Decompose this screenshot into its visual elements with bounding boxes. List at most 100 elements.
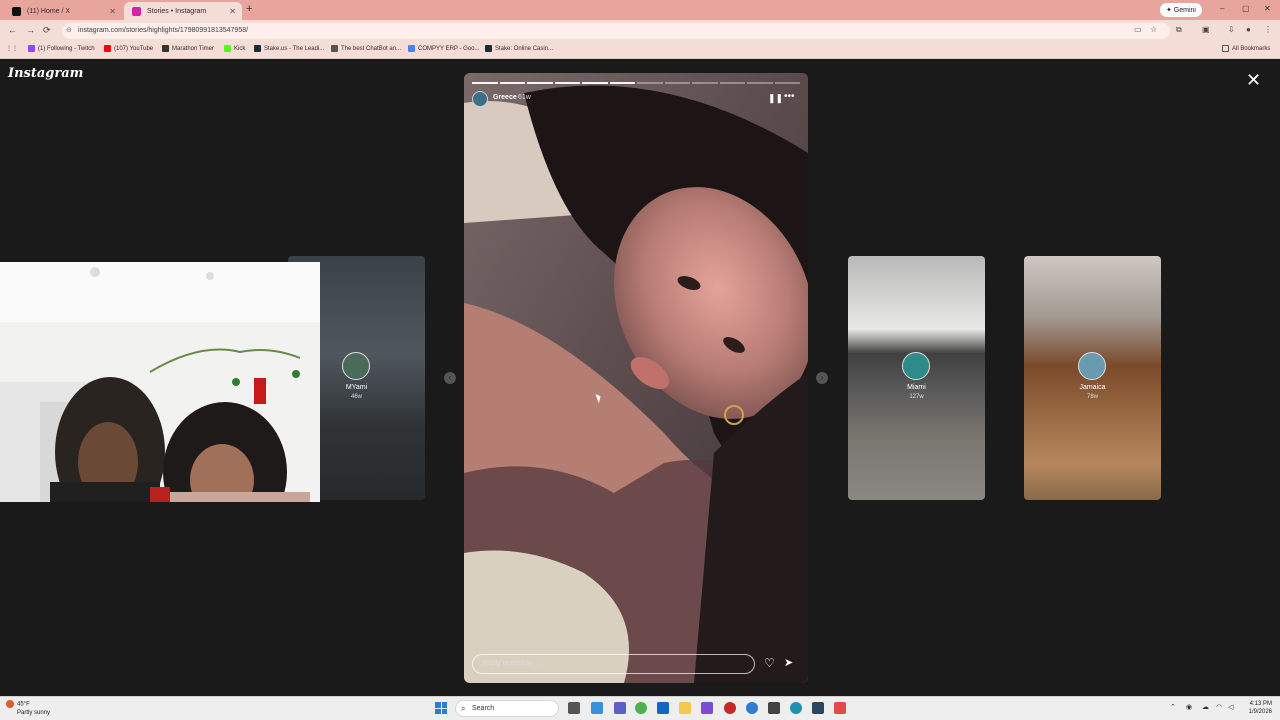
tray-app-icon[interactable]: ◉: [1186, 703, 1192, 711]
cast-icon[interactable]: ▭: [1134, 25, 1142, 34]
progress-segment: [472, 82, 498, 84]
progress-segment: [774, 82, 800, 84]
progress-segment: [499, 82, 525, 84]
browser-tab-strip: (11) Home / X ✕ Stories • Instagram ✕ + …: [0, 0, 1280, 20]
story-avatar[interactable]: [472, 91, 488, 107]
reload-icon[interactable]: ⟳: [43, 25, 51, 36]
menu-icon[interactable]: ⋮: [1264, 25, 1272, 34]
reply-input[interactable]: Reply to ucshay_...: [472, 654, 755, 674]
progress-segment: [554, 82, 580, 84]
close-tab-icon[interactable]: ✕: [109, 7, 116, 16]
timer-icon: [162, 45, 169, 52]
story-age: 61w: [518, 94, 531, 101]
bookmark-stake-us[interactable]: Stake.us - The Leadi...: [254, 45, 324, 52]
x-favicon-icon: [12, 6, 21, 16]
story-header: Greece 61w ❚❚ •••: [472, 91, 800, 107]
folder-icon: [1222, 45, 1229, 52]
highlight-avatar: [1078, 352, 1106, 380]
highlight-avatar: [342, 352, 370, 380]
weather-widget[interactable]: 45°F Partly sunny: [6, 700, 50, 717]
instagram-logo[interactable]: Instagram: [8, 66, 83, 81]
progress-segment: [637, 82, 663, 84]
send-icon[interactable]: ➤: [784, 656, 793, 669]
close-stories-icon[interactable]: ✕: [1246, 70, 1261, 91]
record-app-icon[interactable]: [724, 702, 736, 714]
story-preview-miami[interactable]: Miami 127w: [848, 256, 985, 500]
progress-segment: [747, 82, 773, 84]
terminal-icon[interactable]: [834, 702, 846, 714]
all-bookmarks[interactable]: All Bookmarks: [1222, 45, 1270, 52]
back-icon[interactable]: ←: [8, 25, 17, 35]
progress-segment: [692, 82, 718, 84]
file-explorer-icon[interactable]: [679, 702, 691, 714]
instagram-favicon-icon: [132, 6, 141, 16]
maximize-icon[interactable]: ▢: [1242, 4, 1250, 13]
progress-segment: [664, 82, 690, 84]
stake-icon: [254, 45, 261, 52]
story-preview-label: Miami: [907, 384, 926, 391]
app-icon[interactable]: [701, 702, 713, 714]
profile-avatar-icon[interactable]: ●: [1246, 25, 1251, 34]
youtube-icon: [104, 45, 111, 52]
story-progress-bar: [472, 82, 800, 84]
progress-segment: [582, 82, 608, 84]
browser-app-icon[interactable]: [790, 702, 802, 714]
story-username[interactable]: Greece: [493, 94, 517, 101]
weather-icon: [6, 700, 14, 708]
minimize-icon[interactable]: –: [1220, 4, 1224, 13]
story-preview-jamaica[interactable]: Jamaica 78w: [1024, 256, 1161, 500]
tray-overflow-icon[interactable]: ⌃: [1170, 703, 1176, 711]
pause-icon[interactable]: ❚❚: [768, 93, 783, 104]
store-icon[interactable]: [657, 702, 669, 714]
stories-viewer: Instagram ✕ MYami 46w ‹ Greece 61w ❚❚ ••…: [0, 60, 1280, 696]
kick-icon: [224, 45, 231, 52]
story-image: [464, 73, 808, 683]
download-icon[interactable]: ⇩: [1228, 25, 1235, 34]
tab-instagram-stories[interactable]: Stories • Instagram ✕: [124, 2, 242, 20]
tab-x-home[interactable]: (11) Home / X ✕: [4, 2, 122, 20]
highlight-avatar: [902, 352, 930, 380]
stake-app-icon[interactable]: [768, 702, 780, 714]
like-heart-icon[interactable]: ♡: [764, 656, 775, 670]
bookmark-compyy-erp[interactable]: COMPYY ERP - Goo...: [408, 45, 479, 52]
task-view-icon[interactable]: [568, 702, 580, 714]
volume-icon[interactable]: ◁: [1228, 703, 1233, 711]
close-tab-icon[interactable]: ✕: [229, 7, 236, 16]
docs-icon: [408, 45, 415, 52]
windows-start-icon[interactable]: [435, 702, 447, 714]
wifi-icon[interactable]: ◠: [1216, 703, 1222, 711]
widgets-icon[interactable]: [591, 702, 603, 714]
teams-icon[interactable]: [614, 702, 626, 714]
forward-icon[interactable]: →: [26, 25, 35, 35]
bookmark-youtube[interactable]: (107) YouTube: [104, 45, 153, 52]
bookmark-marathon-timer[interactable]: Marathon Timer: [162, 45, 214, 52]
more-options-icon[interactable]: •••: [784, 91, 795, 102]
url-input[interactable]: ⊝ instagram.com/stories/highlights/17980…: [62, 23, 1170, 39]
webcam-overlay: [0, 262, 320, 502]
windows-taskbar: 45°F Partly sunny ⌕ Search ⌃ ◉ ☁ ◠ ◁ 4:1…: [0, 696, 1280, 720]
gemini-button[interactable]: ✦ Gemini: [1160, 3, 1202, 17]
chrome-icon[interactable]: [635, 702, 647, 714]
bookmark-kick[interactable]: Kick: [224, 45, 245, 52]
close-window-icon[interactable]: ✕: [1264, 4, 1271, 13]
edge-icon[interactable]: [746, 702, 758, 714]
progress-segment: [719, 82, 745, 84]
bookmark-twitch[interactable]: (1) Following - Twitch: [28, 45, 95, 52]
system-clock[interactable]: 4:13 PM 1/9/2026: [1242, 700, 1272, 716]
previous-story-button[interactable]: ‹: [444, 372, 456, 384]
bookmark-star-icon[interactable]: ☆: [1150, 25, 1157, 34]
bookmark-stake-casino[interactable]: Stake: Online Casin...: [485, 45, 553, 52]
active-story[interactable]: Greece 61w ❚❚ ••• Reply to ucshay_... ♡ …: [464, 73, 808, 683]
new-tab-button[interactable]: +: [246, 3, 252, 15]
sidebar-icon[interactable]: ▣: [1202, 25, 1210, 34]
apps-icon[interactable]: ⋮⋮: [6, 45, 18, 52]
site-info-icon[interactable]: ⊝: [66, 23, 72, 39]
story-preview-label: Jamaica: [1079, 384, 1106, 391]
bookmark-chatbot[interactable]: The best ChatBot an...: [331, 45, 401, 52]
stake-icon: [485, 45, 492, 52]
taskbar-search[interactable]: ⌕ Search: [455, 700, 559, 717]
extensions-icon[interactable]: ⧉: [1176, 25, 1182, 35]
steam-icon[interactable]: [812, 702, 824, 714]
next-story-button[interactable]: ›: [816, 372, 828, 384]
tray-cloud-icon[interactable]: ☁: [1202, 703, 1209, 711]
